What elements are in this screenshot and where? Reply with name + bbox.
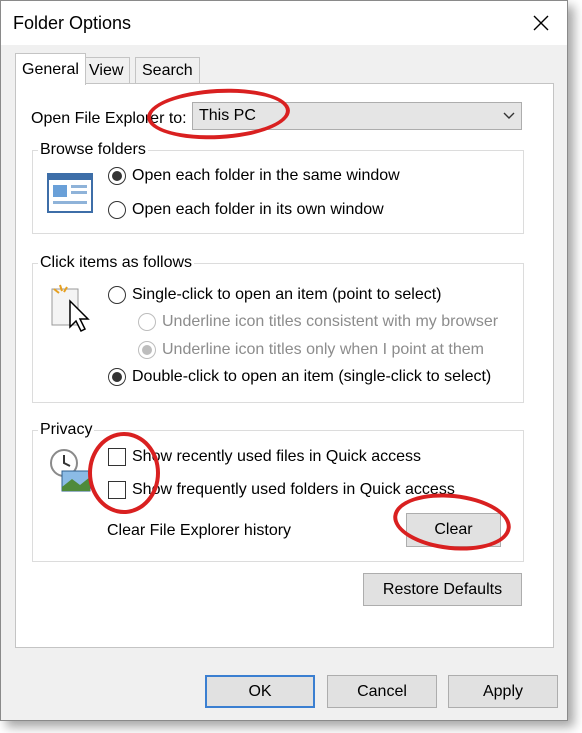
open-explorer-value: This PC [199, 107, 256, 124]
underline-point-radio[interactable] [138, 341, 156, 359]
browse-folders-icon [47, 173, 93, 213]
single-click-label: Single-click to open an item (point to s… [132, 286, 442, 303]
underline-browser-radio[interactable] [138, 313, 156, 331]
own-window-label: Open each folder in its own window [132, 201, 384, 218]
own-window-radio[interactable] [108, 201, 126, 219]
click-items-legend: Click items as follows [38, 254, 195, 272]
browse-folders-legend: Browse folders [38, 141, 148, 159]
title-bar: Folder Options [1, 1, 567, 45]
double-click-label: Double-click to open an item (single-cli… [132, 368, 492, 385]
restore-defaults-button[interactable]: Restore Defaults [363, 573, 522, 606]
double-click-radio[interactable] [108, 368, 126, 386]
same-window-radio[interactable] [108, 167, 126, 185]
chevron-down-icon [503, 112, 515, 119]
recent-files-label: Show recently used files in Quick access [132, 448, 422, 465]
underline-point-label: Underline icon titles only when I point … [162, 341, 484, 358]
clear-history-button[interactable]: Clear [406, 513, 501, 547]
frequent-folders-checkbox[interactable] [108, 481, 126, 499]
privacy-clock-icon [50, 449, 91, 492]
tab-view[interactable]: View [82, 57, 131, 83]
underline-browser-label: Underline icon titles consistent with my… [162, 313, 499, 330]
folder-options-dialog: Folder Options General View Search Open … [0, 0, 568, 721]
window-title: Folder Options [13, 13, 132, 33]
open-explorer-label: Open File Explorer to: [31, 110, 187, 127]
apply-button[interactable]: Apply [448, 675, 558, 708]
open-explorer-dropdown[interactable]: This PC [192, 102, 522, 130]
close-icon [533, 15, 549, 31]
same-window-label: Open each folder in the same window [132, 167, 400, 184]
single-click-radio[interactable] [108, 286, 126, 304]
browse-folders-group [32, 150, 524, 234]
tab-general[interactable]: General [15, 53, 86, 85]
close-button[interactable] [523, 7, 559, 39]
tab-search[interactable]: Search [135, 57, 200, 83]
clear-history-label: Clear File Explorer history [107, 522, 292, 539]
cancel-button[interactable]: Cancel [327, 675, 437, 708]
privacy-legend: Privacy [38, 421, 95, 439]
ok-button[interactable]: OK [205, 675, 315, 708]
pointer-click-icon [51, 284, 90, 333]
recent-files-checkbox[interactable] [108, 448, 126, 466]
frequent-folders-label: Show frequently used folders in Quick ac… [132, 481, 455, 498]
